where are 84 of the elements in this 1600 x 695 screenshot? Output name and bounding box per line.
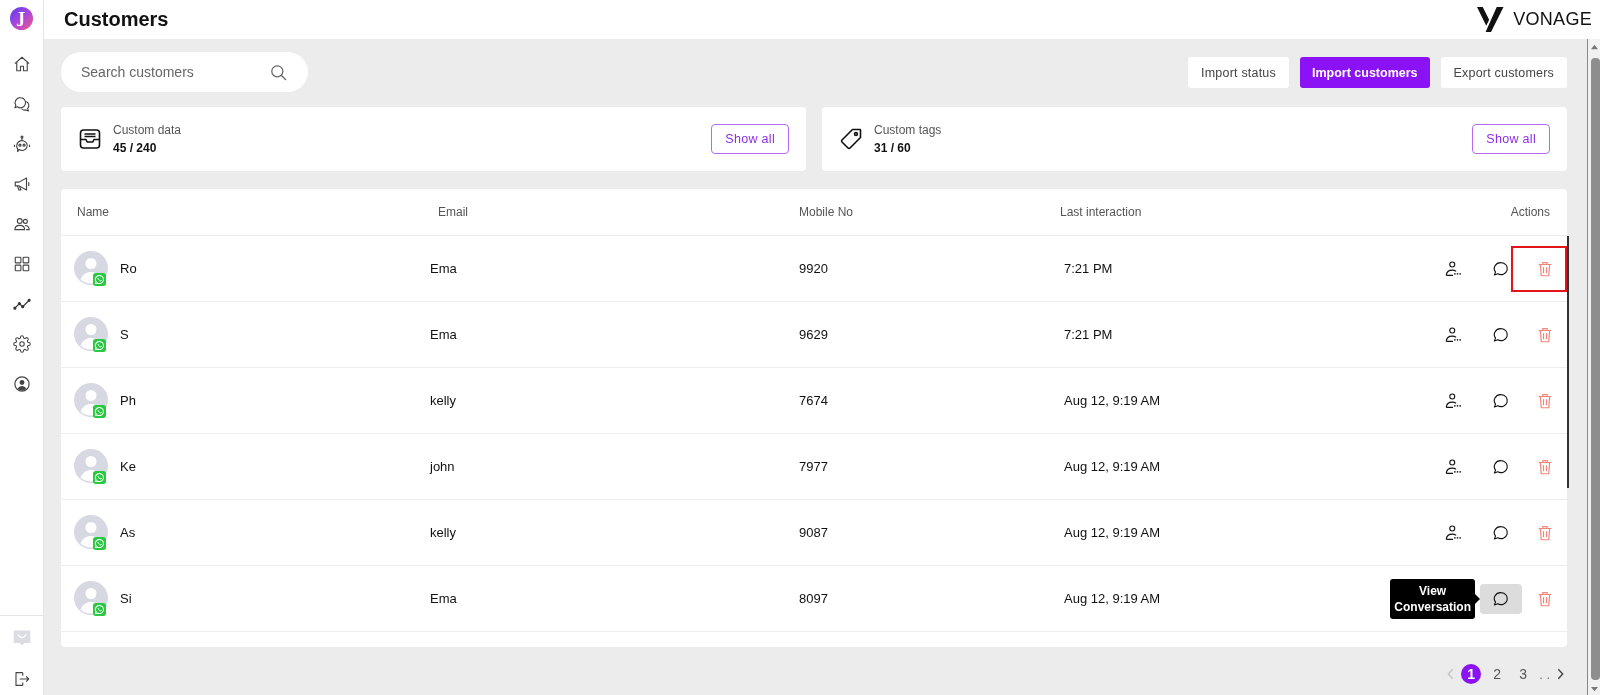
tag-icon	[839, 127, 863, 151]
mobile-cell: 9629	[799, 327, 828, 342]
scrollbar-thumb[interactable]	[1567, 236, 1569, 488]
customer-name: Ke	[120, 459, 136, 474]
column-header: Name	[77, 205, 109, 219]
user-circle-icon[interactable]	[12, 375, 31, 393]
customer-name: As	[120, 525, 136, 540]
chat-bubbles-icon[interactable]	[12, 95, 31, 113]
column-header: Mobile No	[799, 205, 854, 219]
customer-name: Ro	[120, 261, 137, 276]
settings-icon[interactable]	[12, 335, 31, 353]
tray-icon	[78, 127, 102, 151]
customer-name: S	[120, 327, 129, 342]
email-cell: Ema	[430, 261, 457, 276]
user-dots-icon	[1444, 457, 1462, 476]
mobile-cell: 7674	[799, 393, 828, 408]
chat-icon	[1492, 259, 1510, 278]
scrollbar[interactable]	[1587, 39, 1600, 695]
last-interaction-cell: Aug 12, 9:19 AM	[1064, 591, 1161, 606]
last-interaction-cell: 7:21 PM	[1064, 261, 1113, 276]
chat-icon	[1492, 391, 1510, 410]
card-label: Custom data	[113, 123, 182, 137]
robot-icon[interactable]	[12, 135, 31, 153]
trash-icon	[1536, 391, 1554, 410]
card-count: 31 / 60	[874, 141, 911, 155]
trash-icon	[1536, 259, 1554, 278]
column-header: Email	[438, 205, 468, 219]
last-interaction-cell: Aug 12, 9:19 AM	[1064, 459, 1161, 474]
email-cell: Ema	[430, 327, 457, 342]
megaphone-icon[interactable]	[12, 175, 31, 193]
column-header: Actions	[1510, 205, 1550, 219]
chat-icon	[1492, 523, 1510, 542]
show-all-button[interactable]: Show all	[711, 124, 789, 154]
user-dots-icon	[1444, 391, 1462, 410]
trash-icon	[1536, 457, 1554, 476]
email-cell: john	[430, 459, 455, 474]
user-dots-icon	[1444, 325, 1462, 344]
logout-icon[interactable]	[12, 670, 31, 688]
mobile-cell: 8097	[799, 591, 828, 606]
page-button[interactable]: 3	[1513, 664, 1534, 684]
page-button[interactable]: 1	[1461, 664, 1482, 684]
last-interaction-cell: Aug 12, 9:19 AM	[1064, 525, 1161, 540]
brand-name: VONAGE	[1513, 9, 1592, 30]
scroll-up-icon[interactable]	[1589, 43, 1599, 50]
last-interaction-cell: 7:21 PM	[1064, 327, 1113, 342]
trash-icon	[1536, 325, 1554, 344]
import-customers-button[interactable]: Import customers	[1299, 57, 1430, 88]
chat-icon	[1492, 589, 1510, 608]
v-mark-icon	[1477, 7, 1505, 32]
trash-icon	[1536, 589, 1554, 608]
scroll-down-icon[interactable]	[1589, 686, 1599, 693]
email-cell: kelly	[430, 525, 456, 540]
tooltip: View Conversation	[1390, 578, 1480, 619]
search-field[interactable]: Search customers	[61, 52, 308, 92]
chat-button[interactable]	[1480, 583, 1522, 614]
column-header: Last interaction	[1060, 205, 1142, 219]
grid-icon[interactable]	[12, 255, 31, 273]
chat-icon	[1492, 457, 1510, 476]
app-logo[interactable]: J	[10, 7, 33, 30]
home-icon[interactable]	[12, 55, 31, 73]
email-cell: kelly	[430, 393, 456, 408]
card-label: Custom tags	[874, 123, 942, 137]
page-title: Customers	[64, 8, 169, 31]
trash-icon	[1536, 523, 1554, 542]
mobile-cell: 9920	[799, 261, 828, 276]
scrollbar-thumb[interactable]	[1590, 58, 1600, 680]
page-ellipsis: . .	[1539, 666, 1550, 682]
card-count: 45 / 240	[113, 141, 157, 155]
customer-name: Si	[120, 591, 132, 606]
toolbar-button[interactable]: Export customers	[1440, 57, 1567, 88]
mobile-cell: 9087	[799, 525, 828, 540]
user-dots-icon	[1444, 259, 1462, 278]
toolbar-button[interactable]: Import status	[1188, 57, 1289, 88]
user-dots-icon	[1444, 523, 1462, 542]
people-icon[interactable]	[12, 215, 31, 233]
customer-name: Ph	[120, 393, 136, 408]
email-cell: Ema	[430, 591, 457, 606]
chat-icon	[1492, 325, 1510, 344]
mobile-cell: 7977	[799, 459, 828, 474]
last-interaction-cell: Aug 12, 9:19 AM	[1064, 393, 1161, 408]
page-button[interactable]: 2	[1487, 664, 1508, 684]
show-all-button[interactable]: Show all	[1472, 124, 1550, 154]
next-page-icon[interactable]	[1556, 667, 1565, 681]
search-icon[interactable]	[269, 62, 288, 82]
